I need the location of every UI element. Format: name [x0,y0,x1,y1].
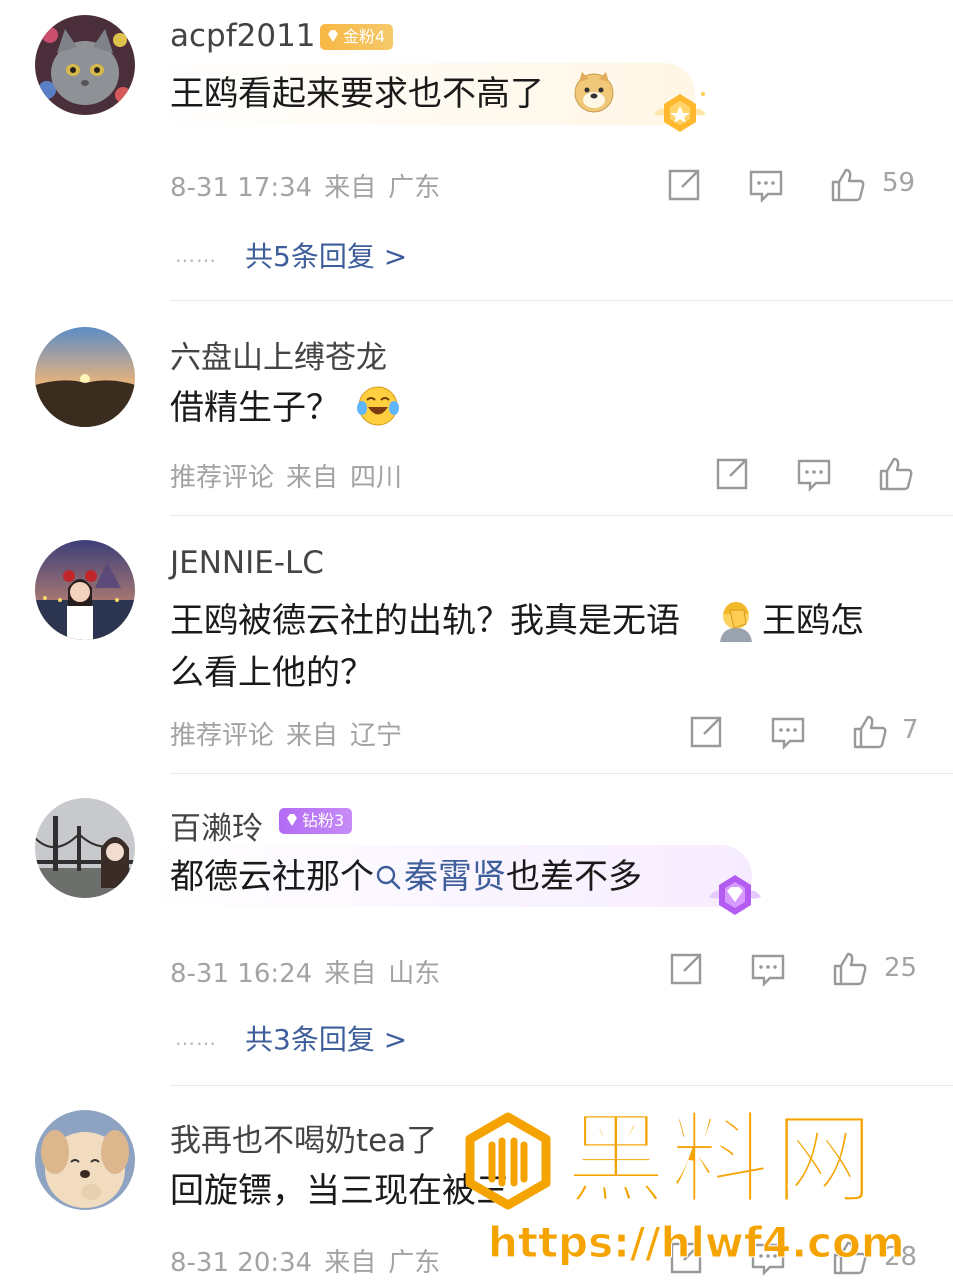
gem-icon [287,814,297,826]
share-icon[interactable] [666,167,702,203]
comment-text[interactable]: 王鸥被德云社的出轨？我真是无语 ，王鸥怎 [170,595,864,647]
comment-2: 六盘山上缚苍龙 借精生子？ 推荐评论 来自 四川 [0,300,953,515]
like-count: 59 [882,168,916,198]
watermark: 黑料网 https://hlwf4.com [458,1101,948,1275]
laugh-cry-emoji-icon [357,386,399,426]
share-icon[interactable] [714,456,750,492]
like-icon[interactable] [878,456,914,492]
comment-meta: 推荐评论 来自 辽宁 [170,721,403,751]
gold-medal-icon [654,92,706,132]
comment-icon[interactable] [770,714,806,750]
gem-icon [328,30,338,42]
search-icon [376,865,401,890]
like-icon[interactable] [852,714,888,750]
share-icon[interactable] [688,714,724,750]
like-count: 7 [902,715,919,745]
topic-link[interactable]: 秦霄贤 [374,857,506,897]
avatar[interactable] [35,1110,135,1210]
username[interactable]: 我再也不喝奶tea了 [170,1115,437,1160]
comment-meta: 8-31 16:24 来自 山东 [170,959,441,989]
comment-meta: 推荐评论 来自 四川 [170,463,403,493]
like-count: 25 [884,953,918,983]
fan-badge-diamond[interactable]: 钻粉3 [279,808,353,834]
watermark-url: https://hlwf4.com [488,1218,906,1268]
comment-4: 百濑玲 钻粉3 都德云社那个 秦霄贤也差不多 8-31 16:24 来自 山东 25 … [0,773,953,1085]
comment-1: acpf2011 金粉4 王鸥看起来要求也不高了 8-31 17:34 来自 广东 … [0,0,953,300]
comment-text[interactable]: 王鸥看起来要求也不高了 [170,68,544,120]
doge-emoji-icon [574,72,614,113]
fan-badge-gold[interactable]: 金粉4 [320,24,394,50]
username[interactable]: 百濑玲 [170,803,263,848]
comment-meta: 8-31 20:34 来自 广东 [170,1248,441,1278]
watermark-logo-icon [465,1112,551,1210]
comment-meta: 8-31 17:34 来自 广东 [170,173,441,203]
like-icon[interactable] [830,167,866,203]
view-replies-link[interactable]: …… 共5条回复 > [175,235,407,275]
username[interactable]: JENNIE-LC [170,545,324,581]
comment-text[interactable]: 都德云社那个 秦霄贤也差不多 [170,851,642,903]
share-icon[interactable] [668,951,704,987]
avatar[interactable] [35,15,135,115]
facepalm-emoji-icon [720,602,752,642]
avatar[interactable] [35,540,135,640]
username[interactable]: 六盘山上缚苍龙 [170,332,387,377]
watermark-title: 黑料网 [565,1101,878,1218]
avatar[interactable] [35,798,135,898]
view-replies-link[interactable]: …… 共3条回复 > [175,1018,407,1058]
comment-icon[interactable] [796,456,832,492]
comment-text[interactable]: 借精生子？ [170,382,340,434]
comment-text-line2[interactable]: 么看上他的？ [170,647,374,699]
diamond-medal-icon [709,875,761,915]
comment-icon[interactable] [748,167,784,203]
comment-icon[interactable] [750,951,786,987]
username[interactable]: acpf2011 [170,18,316,54]
avatar[interactable] [35,327,135,427]
comment-3: JENNIE-LC 王鸥被德云社的出轨？我真是无语 ，王鸥怎 么看上他的？ 推荐评… [0,515,953,773]
like-icon[interactable] [832,951,868,987]
